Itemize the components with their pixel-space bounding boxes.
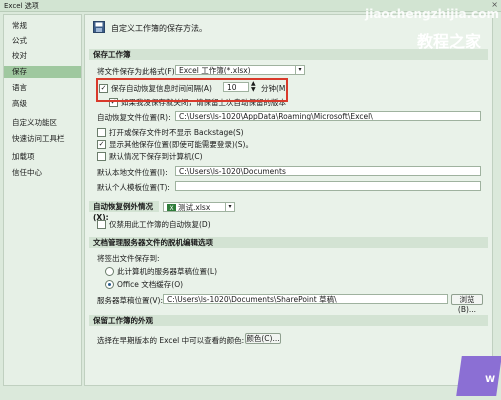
sidebar-item-customize-ribbon[interactable]: 自定义功能区 xyxy=(4,117,81,129)
highlight-box xyxy=(96,78,288,102)
section-preserve-appearance: 保留工作簿的外观 xyxy=(89,315,488,326)
disable-autorecover-row: 仅禁用此工作簿的自动恢复(D) xyxy=(97,219,211,230)
save-checked-out-label: 将签出文件保存到: xyxy=(97,254,160,263)
browse-button[interactable]: 浏览(B)... xyxy=(451,294,483,314)
personal-templates-label: 默认个人模板位置(T): xyxy=(97,183,170,192)
disable-autorecover-checkbox[interactable] xyxy=(97,219,106,229)
sidebar-item-proofing[interactable]: 校对 xyxy=(4,50,81,62)
section-autorecover-exceptions: 自动恢复例外情况(X): xyxy=(89,201,159,222)
no-backstage-row: 打开或保存文件时不显示 Backstage(S) xyxy=(97,127,244,138)
show-other-label: 显示其他保存位置(即使可能需要登录)(S)。 xyxy=(109,140,253,149)
chevron-down-icon: ▾ xyxy=(225,203,234,211)
default-local-label: 默认情况下保存到计算机(C) xyxy=(109,152,203,161)
excel-file-icon: X xyxy=(167,203,176,211)
office-cache-radio[interactable] xyxy=(105,279,114,289)
colors-label: 选择在早期版本的 Excel 中可以查看的颜色: xyxy=(97,336,245,345)
options-sidebar: 常规 公式 校对 保存 语言 高级 自定义功能区 快速访问工具栏 加载项 信任中… xyxy=(3,14,82,386)
show-other-checkbox[interactable]: ✓ xyxy=(97,139,106,149)
section-offline-editing: 文档管理服务器文件的脱机编辑选项 xyxy=(89,237,488,248)
save-format-select[interactable]: Excel 工作簿(*.xlsx) ▾ xyxy=(175,65,305,75)
server-drafts-radio[interactable] xyxy=(105,266,114,276)
autorecover-workbook-select[interactable]: X 测试.xlsx ▾ xyxy=(163,202,235,212)
watermark-name: 教程之家 xyxy=(416,32,481,51)
default-local-location-input[interactable]: C:\Users\ls-1020\Documents xyxy=(175,166,481,176)
sidebar-item-language[interactable]: 语言 xyxy=(4,82,81,94)
save-format-label: 将文件保存为此格式(F): xyxy=(97,67,178,76)
chevron-down-icon: ▾ xyxy=(295,66,304,74)
sidebar-item-trust-center[interactable]: 信任中心 xyxy=(4,167,81,179)
save-icon xyxy=(93,21,105,33)
save-format-value: Excel 工作簿(*.xlsx) xyxy=(179,66,251,75)
server-drafts-option-row: 此计算机的服务器草稿位置(L) xyxy=(105,266,217,277)
colors-button[interactable]: 颜色(C)... xyxy=(245,333,281,344)
sidebar-item-quick-access[interactable]: 快速访问工具栏 xyxy=(4,133,81,145)
office-cache-option-row: Office 文档缓存(O) xyxy=(105,279,183,290)
server-drafts-option-label: 此计算机的服务器草稿位置(L) xyxy=(117,267,218,276)
options-main-panel: 自定义工作簿的保存方法。 保存工作簿 将文件保存为此格式(F): Excel 工… xyxy=(84,14,493,386)
excel-options-window: Excel 选项 × 常规 公式 校对 保存 语言 高级 自定义功能区 快速访问… xyxy=(0,0,501,400)
sidebar-item-general[interactable]: 常规 xyxy=(4,20,81,32)
no-backstage-checkbox[interactable] xyxy=(97,127,106,137)
show-other-row: ✓ 显示其他保存位置(即使可能需要登录)(S)。 xyxy=(97,139,253,150)
default-local-row: 默认情况下保存到计算机(C) xyxy=(97,151,203,162)
disable-autorecover-label: 仅禁用此工作簿的自动恢复(D) xyxy=(109,220,211,229)
office-cache-option-label: Office 文档缓存(O) xyxy=(117,280,184,289)
watermark-url: jiaochengzhijia.com xyxy=(365,7,499,21)
window-title: Excel 选项 xyxy=(4,2,39,10)
default-local-checkbox[interactable] xyxy=(97,151,106,161)
server-drafts-location-label: 服务器草稿位置(V): xyxy=(97,296,164,305)
autorecover-workbook-value: 测试.xlsx xyxy=(178,203,211,212)
intro-text: 自定义工作簿的保存方法。 xyxy=(111,24,207,33)
autorecover-location-label: 自动恢复文件位置(R): xyxy=(97,113,171,122)
sidebar-item-advanced[interactable]: 高级 xyxy=(4,98,81,110)
no-backstage-label: 打开或保存文件时不显示 Backstage(S) xyxy=(109,128,244,137)
personal-templates-input[interactable] xyxy=(175,181,481,191)
sidebar-item-formulas[interactable]: 公式 xyxy=(4,35,81,47)
autorecover-location-input[interactable]: C:\Users\ls-1020\AppData\Roaming\Microso… xyxy=(175,111,481,121)
sidebar-item-addins[interactable]: 加载项 xyxy=(4,151,81,163)
default-local-location-label: 默认本地文件位置(I): xyxy=(97,168,168,177)
sidebar-item-save[interactable]: 保存 xyxy=(4,66,81,78)
watermark-corner-text: W xyxy=(485,375,495,385)
server-drafts-location-input[interactable]: C:\Users\ls-1020\Documents\SharePoint 草稿… xyxy=(163,294,448,304)
